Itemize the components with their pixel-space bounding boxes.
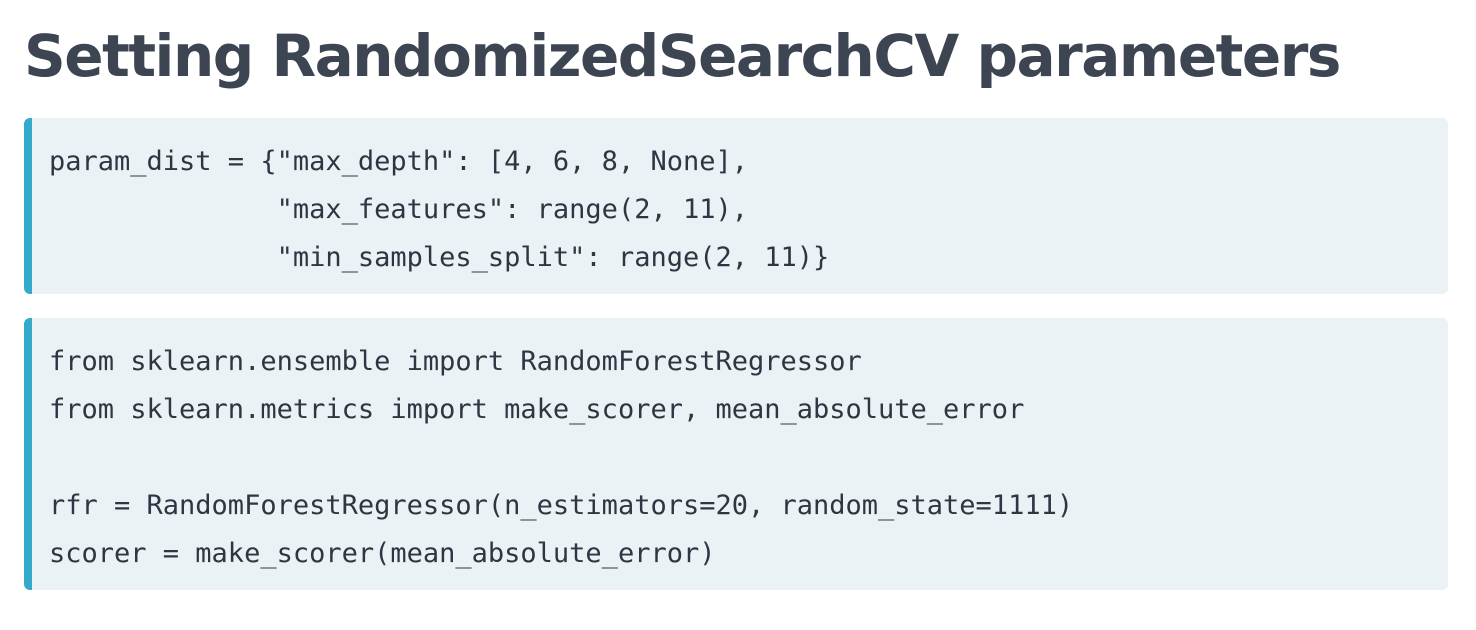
code-line: rfr = RandomForestRegressor(n_estimators… [49, 490, 1074, 521]
slide: Setting RandomizedSearchCV parameters pa… [0, 0, 1476, 630]
code-block-model-setup: from sklearn.ensemble import RandomFores… [24, 318, 1448, 590]
code-line: scorer = make_scorer(mean_absolute_error… [49, 538, 716, 569]
code-block-param-dist: param_dist = {"max_depth": [4, 6, 8, Non… [24, 118, 1448, 294]
code-line: "min_samples_split": range(2, 11)} [49, 242, 830, 273]
code-line: from sklearn.metrics import make_scorer,… [49, 394, 1025, 425]
page-title: Setting RandomizedSearchCV parameters [24, 22, 1341, 90]
code-line: from sklearn.ensemble import RandomFores… [49, 346, 862, 377]
code-line: "max_features": range(2, 11), [49, 194, 748, 225]
code-line: param_dist = {"max_depth": [4, 6, 8, Non… [49, 146, 748, 177]
